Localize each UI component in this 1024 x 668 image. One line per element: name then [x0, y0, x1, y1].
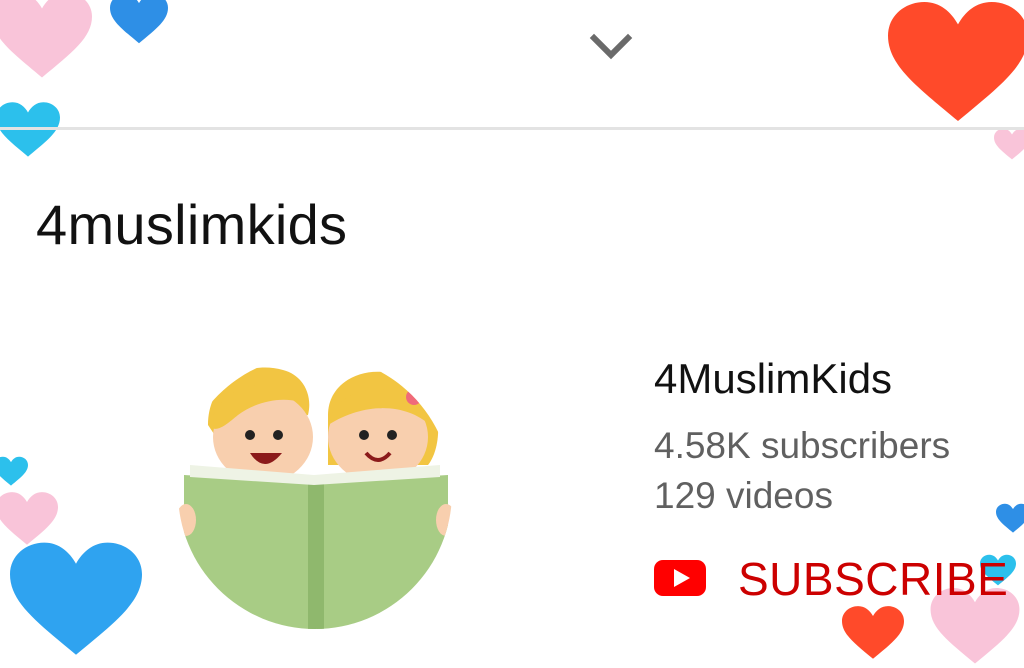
- channel-screen: { "header": { "collapse_icon": "chevron-…: [0, 0, 1024, 664]
- blue-heart-icon: [0, 456, 28, 486]
- subscriber-count: 4.58K subscribers: [654, 425, 951, 466]
- page-title: 4muslimkids: [36, 193, 348, 256]
- youtube-play-icon: [654, 560, 706, 596]
- blue-heart-icon: [110, 0, 168, 44]
- orange-heart-icon: [888, 1, 1024, 121]
- subscribe-label: SUBSCRIBE: [738, 553, 1009, 605]
- chevron-down-icon[interactable]: [588, 30, 634, 64]
- cyan-heart-icon: [0, 102, 60, 157]
- channel-avatar[interactable]: [178, 355, 453, 630]
- blue-heart-icon: [10, 542, 142, 655]
- channel-name[interactable]: 4MuslimKids: [654, 355, 892, 403]
- pink-heart-icon: [0, 0, 92, 78]
- header-divider: [0, 127, 1024, 130]
- subscribe-button[interactable]: SUBSCRIBE: [654, 550, 1008, 610]
- channel-card[interactable]: 4MuslimKids 4.58K subscribers 129 videos…: [170, 355, 1024, 659]
- video-count: 129 videos: [654, 475, 833, 516]
- pink-heart-icon: [994, 128, 1024, 160]
